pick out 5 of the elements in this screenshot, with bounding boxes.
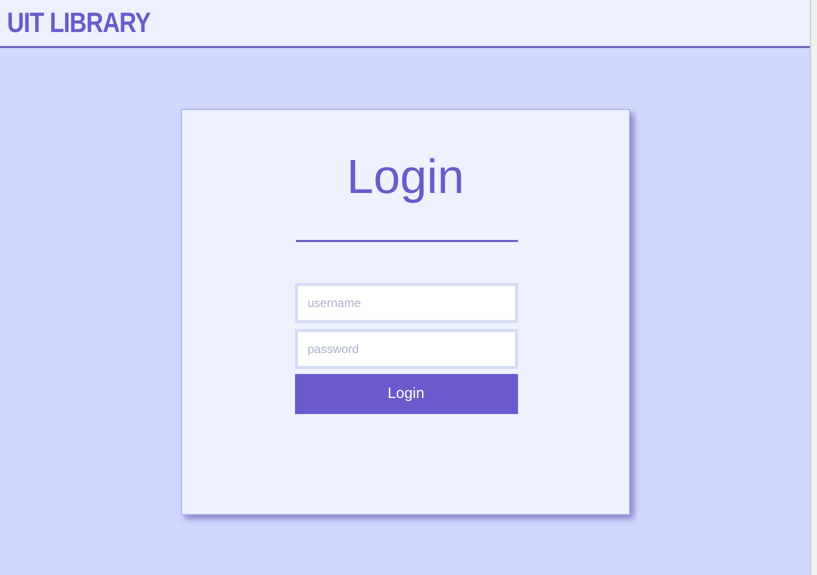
login-heading: Login [346,150,464,206]
username-field[interactable]: username [294,283,518,323]
login-button[interactable]: Login [294,374,518,414]
password-field[interactable]: password [294,329,518,369]
site-title: UIT LIBRARY [7,6,150,40]
